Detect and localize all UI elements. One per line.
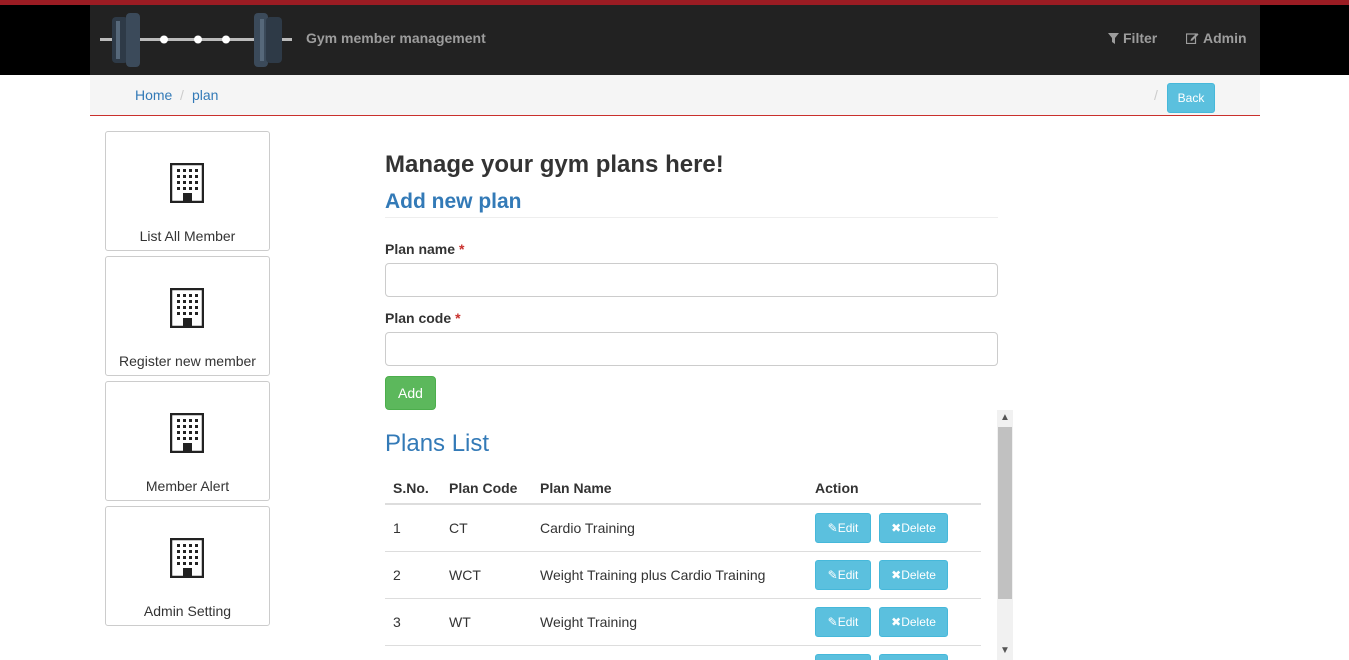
- sidebar-item-label: Admin Setting: [143, 603, 232, 619]
- filter-icon: [1108, 32, 1119, 44]
- scroll-down-arrow-icon[interactable]: ▼: [997, 643, 1013, 659]
- sidebar-item-list-all-member[interactable]: List All Member: [105, 131, 270, 251]
- sidebar-item-member-alert[interactable]: Member Alert: [105, 381, 270, 501]
- table-header-row: S.No. Plan Code Plan Name Action: [385, 472, 981, 505]
- pencil-icon: ✎: [827, 520, 838, 535]
- sidebar-item-label: List All Member: [139, 228, 236, 244]
- building-icon: [170, 288, 204, 328]
- cell-action: ✎Edit ✖Delete: [807, 550, 981, 598]
- pencil-icon: ✎: [827, 614, 838, 629]
- edit-button[interactable]: ✎Edit: [815, 606, 871, 637]
- table-row: 3 WT Weight Training ✎Edit ✖Delete: [385, 597, 981, 645]
- cell-plan-code: CT: [441, 503, 532, 551]
- close-icon: ✖: [891, 614, 902, 629]
- cell-sno: 2: [385, 550, 441, 598]
- admin-link[interactable]: Admin: [1186, 30, 1247, 46]
- plan-name-input[interactable]: [385, 263, 998, 297]
- table-row: 4 CF ✎Edit ✖Delete: [385, 644, 981, 660]
- cell-sno: 4: [385, 644, 441, 660]
- delete-button[interactable]: ✖Delete: [879, 559, 948, 590]
- cell-sno: 3: [385, 597, 441, 645]
- table-row: 2 WCT Weight Training plus Cardio Traini…: [385, 550, 981, 598]
- navbar: Gym member management Filter Admin: [90, 5, 1260, 75]
- heading-divider: [385, 217, 998, 218]
- breadcrumb-current[interactable]: plan: [192, 87, 218, 103]
- delete-label: Delete: [901, 567, 936, 582]
- admin-label: Admin: [1203, 30, 1247, 46]
- building-icon: [170, 163, 204, 203]
- column-header-sno: S.No.: [385, 472, 441, 505]
- required-mark: *: [455, 310, 461, 326]
- scroll-thumb[interactable]: [998, 427, 1012, 599]
- delete-label: Delete: [901, 614, 936, 629]
- close-icon: ✖: [891, 567, 902, 582]
- cell-plan-code: WT: [441, 597, 532, 645]
- filter-label: Filter: [1123, 30, 1158, 46]
- scrollbar[interactable]: ▲ ▼: [997, 410, 1013, 660]
- edit-label: Edit: [837, 520, 859, 535]
- plans-list-panel[interactable]: Plans List S.No. Plan Code Plan Name Act…: [385, 410, 1013, 660]
- breadcrumb-home[interactable]: Home: [135, 87, 172, 103]
- pencil-icon: ✎: [827, 567, 838, 582]
- building-icon: [170, 538, 204, 578]
- cell-sno: 1: [385, 503, 441, 551]
- edit-button[interactable]: ✎Edit: [815, 653, 871, 660]
- cell-action: ✎Edit ✖Delete: [807, 644, 981, 660]
- cell-action: ✎Edit ✖Delete: [807, 503, 981, 551]
- back-button[interactable]: Back: [1167, 83, 1215, 113]
- column-header-action: Action: [807, 472, 981, 505]
- edit-icon: [1186, 33, 1199, 44]
- plan-code-input[interactable]: [385, 332, 998, 366]
- plan-name-label: Plan name *: [385, 241, 464, 257]
- sidebar-item-admin-setting[interactable]: Admin Setting: [105, 506, 270, 626]
- table-row: 1 CT Cardio Training ✎Edit ✖Delete: [385, 503, 981, 551]
- delete-label: Delete: [901, 520, 936, 535]
- breadcrumb-separator: /: [180, 87, 184, 103]
- required-mark: *: [459, 241, 465, 257]
- plans-table: S.No. Plan Code Plan Name Action 1 CT Ca…: [385, 472, 981, 660]
- cell-plan-code: WCT: [441, 550, 532, 598]
- building-icon: [170, 413, 204, 453]
- plan-code-label-text: Plan code: [385, 310, 452, 326]
- column-header-plan-code: Plan Code: [441, 472, 532, 505]
- sidebar-item-register-new-member[interactable]: Register new member: [105, 256, 270, 376]
- cell-plan-name: Weight Training plus Cardio Training: [532, 550, 807, 598]
- edit-button[interactable]: ✎Edit: [815, 559, 871, 590]
- add-button[interactable]: Add: [385, 376, 436, 410]
- close-icon: ✖: [891, 520, 902, 535]
- brand-title[interactable]: Gym member management: [306, 30, 486, 46]
- cell-plan-name: [532, 644, 807, 660]
- edit-button[interactable]: ✎Edit: [815, 512, 871, 543]
- sidebar-item-label: Member Alert: [145, 478, 230, 494]
- edit-label: Edit: [837, 614, 859, 629]
- sidebar-item-label: Register new member: [119, 353, 256, 369]
- delete-button[interactable]: ✖Delete: [879, 653, 948, 660]
- breadcrumb-separator: /: [1154, 87, 1158, 103]
- plans-list-title: Plans List: [385, 430, 490, 457]
- cell-plan-name: Weight Training: [532, 597, 807, 645]
- delete-button[interactable]: ✖Delete: [879, 512, 948, 543]
- delete-button[interactable]: ✖Delete: [879, 606, 948, 637]
- scroll-up-arrow-icon[interactable]: ▲: [997, 410, 1013, 426]
- barbell-logo: [100, 13, 292, 67]
- filter-link[interactable]: Filter: [1108, 30, 1157, 46]
- cell-plan-code: CF: [441, 644, 532, 660]
- plan-name-label-text: Plan name: [385, 241, 456, 257]
- cell-action: ✎Edit ✖Delete: [807, 597, 981, 645]
- edit-label: Edit: [837, 567, 859, 582]
- column-header-plan-name: Plan Name: [532, 472, 807, 505]
- add-plan-heading: Add new plan: [385, 190, 522, 213]
- plan-code-label: Plan code *: [385, 310, 461, 326]
- cell-plan-name: Cardio Training: [532, 503, 807, 551]
- breadcrumb: Home / plan / Back: [90, 75, 1260, 116]
- page-title: Manage your gym plans here!: [385, 151, 724, 178]
